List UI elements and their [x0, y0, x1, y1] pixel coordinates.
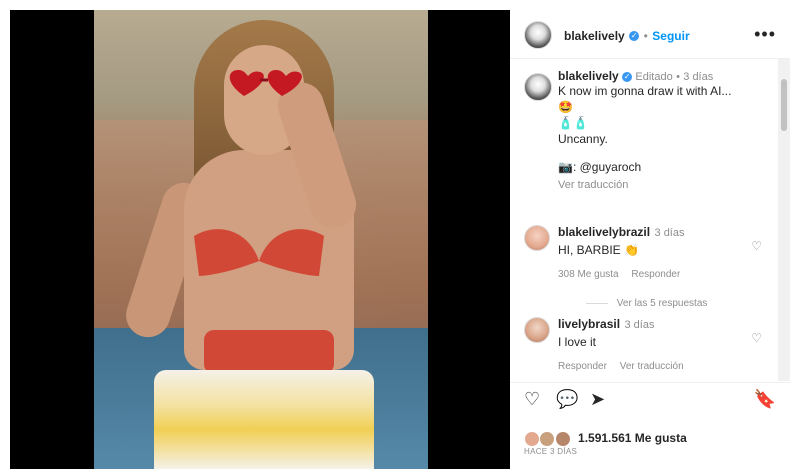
heart-sunglasses-icon: [229, 70, 302, 96]
view-replies[interactable]: Ver las 5 respuestas: [586, 298, 790, 309]
likes-summary[interactable]: 1.591.561 Me gusta: [524, 431, 687, 447]
replies-line: [586, 302, 608, 304]
share-icon[interactable]: ➤: [590, 389, 605, 410]
comment-actions: Responder Ver traducción: [558, 361, 790, 372]
post-actions: ♡ 💬 ➤ 🔖 1.591.561 Me gusta HACE 3 DÍAS: [510, 382, 790, 469]
likes-count: 1.591.561 Me gusta: [578, 431, 687, 446]
comment-time: 3 días: [624, 319, 655, 331]
caption: blakelively ✓ Editado • 3 días K now im …: [558, 69, 790, 191]
comment-like-heart-icon[interactable]: ♡: [751, 331, 762, 345]
comments-scroll[interactable]: blakelively ✓ Editado • 3 días K now im …: [510, 59, 790, 381]
comments-scrollbar[interactable]: [778, 59, 790, 381]
comment-likes[interactable]: 308 Me gusta: [558, 269, 619, 280]
post-date: HACE 3 DÍAS: [524, 447, 578, 456]
heart-icon[interactable]: ♡: [524, 389, 540, 410]
caption-username[interactable]: blakelively: [558, 69, 619, 83]
comment-time: 3 días: [654, 227, 685, 239]
comment-username[interactable]: blakelivelybrazil: [558, 225, 650, 239]
translate-comment-link[interactable]: Ver traducción: [620, 361, 684, 372]
caption-avatar[interactable]: [524, 73, 552, 101]
commenter-avatar[interactable]: [524, 317, 550, 343]
comment-1: blakelivelybrazil 3 días HI, BARBIE 👏 30…: [558, 223, 790, 309]
towel: [154, 370, 374, 469]
liker-avatar: [539, 431, 556, 447]
caption-line3: 🧴🧴: [558, 116, 588, 130]
comment-like-heart-icon[interactable]: ♡: [751, 239, 762, 253]
post-image[interactable]: [94, 10, 428, 469]
bookmark-icon[interactable]: 🔖: [754, 389, 776, 410]
reply-button[interactable]: Responder: [558, 361, 607, 372]
separator-dot: •: [643, 29, 648, 43]
commenter-avatar[interactable]: [524, 225, 550, 251]
follow-button[interactable]: Seguir: [652, 29, 689, 43]
caption-line2: 🤩: [558, 100, 573, 114]
caption-line1: K now im gonna draw it with AI...: [558, 84, 732, 98]
caption-line5: 📷: @guyaroch: [558, 160, 642, 174]
translate-caption-link[interactable]: Ver traducción: [558, 179, 790, 191]
scrollbar-thumb[interactable]: [781, 79, 787, 131]
post-modal: blakelively ✓ • Seguir ••• blakelively ✓…: [10, 10, 790, 469]
view-replies-label[interactable]: Ver las 5 respuestas: [617, 298, 708, 309]
author-username[interactable]: blakelively: [564, 29, 625, 43]
liker-avatar: [554, 431, 571, 447]
liker-avatar: [524, 431, 540, 447]
comment-username[interactable]: livelybrasil: [558, 317, 620, 331]
verified-badge-icon: ✓: [629, 30, 640, 41]
separator-dot: •: [676, 71, 680, 83]
reply-button[interactable]: Responder: [631, 269, 680, 280]
caption-edited: Editado: [635, 71, 673, 83]
liker-avatars: [524, 431, 571, 447]
author-avatar[interactable]: [524, 21, 552, 49]
post-header: blakelively ✓ • Seguir •••: [510, 10, 790, 59]
verified-badge-icon: ✓: [622, 71, 633, 82]
bikini-bottom: [204, 330, 334, 374]
comment-actions: 308 Me gusta Responder: [558, 269, 790, 280]
post-side-panel: blakelively ✓ • Seguir ••• blakelively ✓…: [510, 10, 790, 469]
more-options-button[interactable]: •••: [754, 24, 776, 45]
bikini-top: [194, 229, 324, 276]
caption-time: 3 días: [683, 71, 714, 83]
caption-line4: Uncanny.: [558, 132, 608, 146]
comment-icon[interactable]: 💬: [556, 389, 578, 410]
